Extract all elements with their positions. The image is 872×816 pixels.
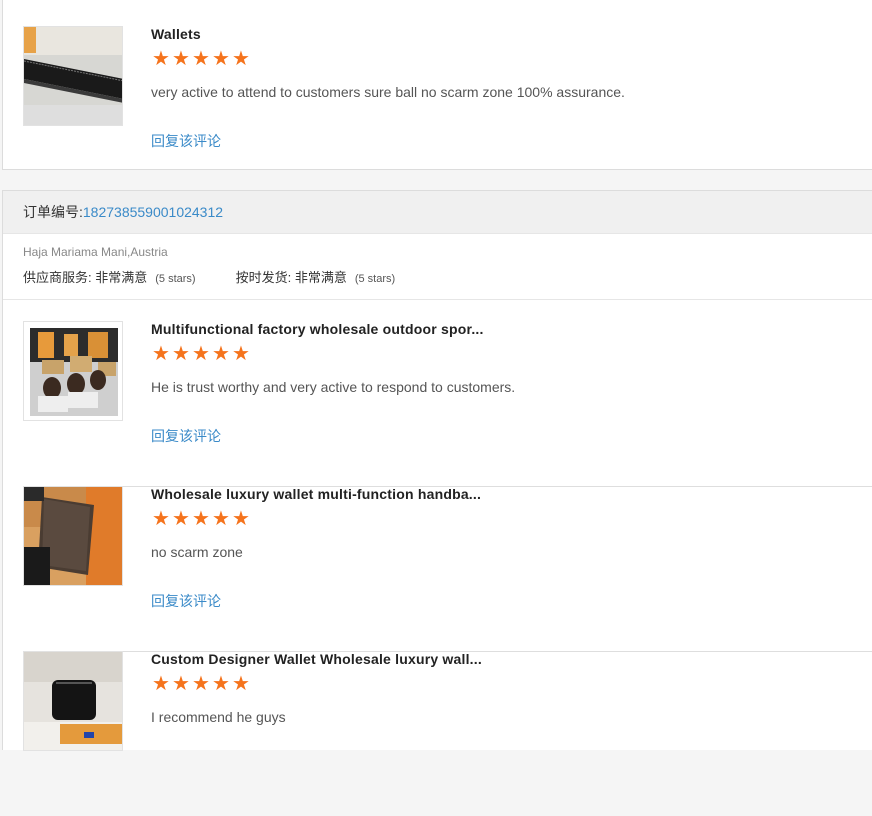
review-product-title: Wallets: [151, 26, 201, 42]
review-comment: no scarm zone: [151, 544, 243, 560]
star-icon: ★: [192, 673, 210, 695]
star-icon: ★: [212, 508, 230, 530]
star-icon: ★: [232, 343, 250, 365]
review-item: Wholesale luxury wallet multi-function h…: [23, 486, 872, 652]
order-number-link[interactable]: 182738559001024312: [83, 204, 223, 220]
product-thumbnail-wallets[interactable]: [23, 26, 123, 126]
star-rating: ★ ★ ★ ★ ★: [151, 48, 251, 70]
star-icon: ★: [212, 48, 230, 70]
product-thumbnail-handbag[interactable]: [23, 486, 123, 586]
review-comment: He is trust worthy and very active to re…: [151, 379, 516, 395]
reply-comment-link[interactable]: 回复该评论: [151, 591, 221, 611]
rating-stars-count: (5 stars): [155, 273, 196, 285]
wallet-image-icon: [24, 27, 122, 125]
product-thumbnail-designer-wallet[interactable]: [23, 651, 123, 751]
supplier-service-rating: 供应商服务: 非常满意 (5 stars): [23, 267, 196, 286]
review-product-title: Custom Designer Wallet Wholesale luxury …: [151, 651, 482, 667]
reply-comment-link[interactable]: 回复该评论: [151, 426, 221, 446]
order-number-label: 订单编号:: [23, 204, 83, 220]
product-image-icon: [24, 322, 122, 420]
buyer-info: Haja Mariama Mani,Austria 供应商服务: 非常满意 (5 …: [3, 234, 872, 300]
review-comment: I recommend he guys: [151, 709, 286, 725]
star-icon: ★: [172, 343, 190, 365]
star-icon: ★: [152, 508, 170, 530]
buyer-name-location: Haja Mariama Mani,Austria: [23, 245, 168, 259]
product-image-icon: [24, 652, 122, 750]
star-icon: ★: [152, 673, 170, 695]
star-icon: ★: [152, 343, 170, 365]
rating-stars-count: (5 stars): [354, 273, 396, 285]
star-icon: ★: [212, 673, 230, 695]
review-panel-top: Wallets ★ ★ ★ ★ ★ very active to attend …: [2, 0, 872, 170]
star-icon: ★: [172, 508, 190, 530]
product-image-icon: [24, 487, 122, 585]
rating-value: 非常满意: [294, 270, 347, 285]
star-rating: ★ ★ ★ ★ ★: [151, 343, 251, 365]
review-product-title: Wholesale luxury wallet multi-function h…: [151, 486, 482, 502]
star-icon: ★: [232, 48, 250, 70]
product-thumbnail-outdoor[interactable]: [23, 321, 123, 421]
star-icon: ★: [232, 508, 250, 530]
on-time-delivery-rating: 按时发货: 非常满意 (5 stars): [236, 267, 396, 286]
star-icon: ★: [192, 48, 210, 70]
order-header: 订单编号: 182738559001024312: [3, 191, 872, 234]
star-rating: ★ ★ ★ ★ ★: [151, 508, 251, 530]
star-icon: ★: [232, 673, 250, 695]
order-ratings: 供应商服务: 非常满意 (5 stars) 按时发货: 非常满意 (5 stars): [23, 267, 861, 286]
star-icon: ★: [192, 508, 210, 530]
star-icon: ★: [192, 343, 210, 365]
rating-label: 按时发货:: [235, 270, 295, 285]
rating-label: 供应商服务:: [23, 270, 96, 285]
star-icon: ★: [212, 343, 230, 365]
review-item: Multifunctional factory wholesale outdoo…: [23, 321, 872, 487]
review-comment: very active to attend to customers sure …: [151, 84, 625, 100]
star-icon: ★: [172, 48, 190, 70]
star-rating: ★ ★ ★ ★ ★: [151, 673, 251, 695]
order-review-panel: 订单编号: 182738559001024312 Haja Mariama Ma…: [2, 190, 872, 751]
review-item: Wallets ★ ★ ★ ★ ★ very active to attend …: [23, 26, 872, 191]
reply-comment-link[interactable]: 回复该评论: [151, 131, 221, 151]
rating-value: 非常满意: [95, 270, 148, 285]
star-icon: ★: [172, 673, 190, 695]
review-item: Custom Designer Wallet Wholesale luxury …: [23, 651, 872, 816]
review-product-title: Multifunctional factory wholesale outdoo…: [151, 321, 484, 337]
star-icon: ★: [152, 48, 170, 70]
